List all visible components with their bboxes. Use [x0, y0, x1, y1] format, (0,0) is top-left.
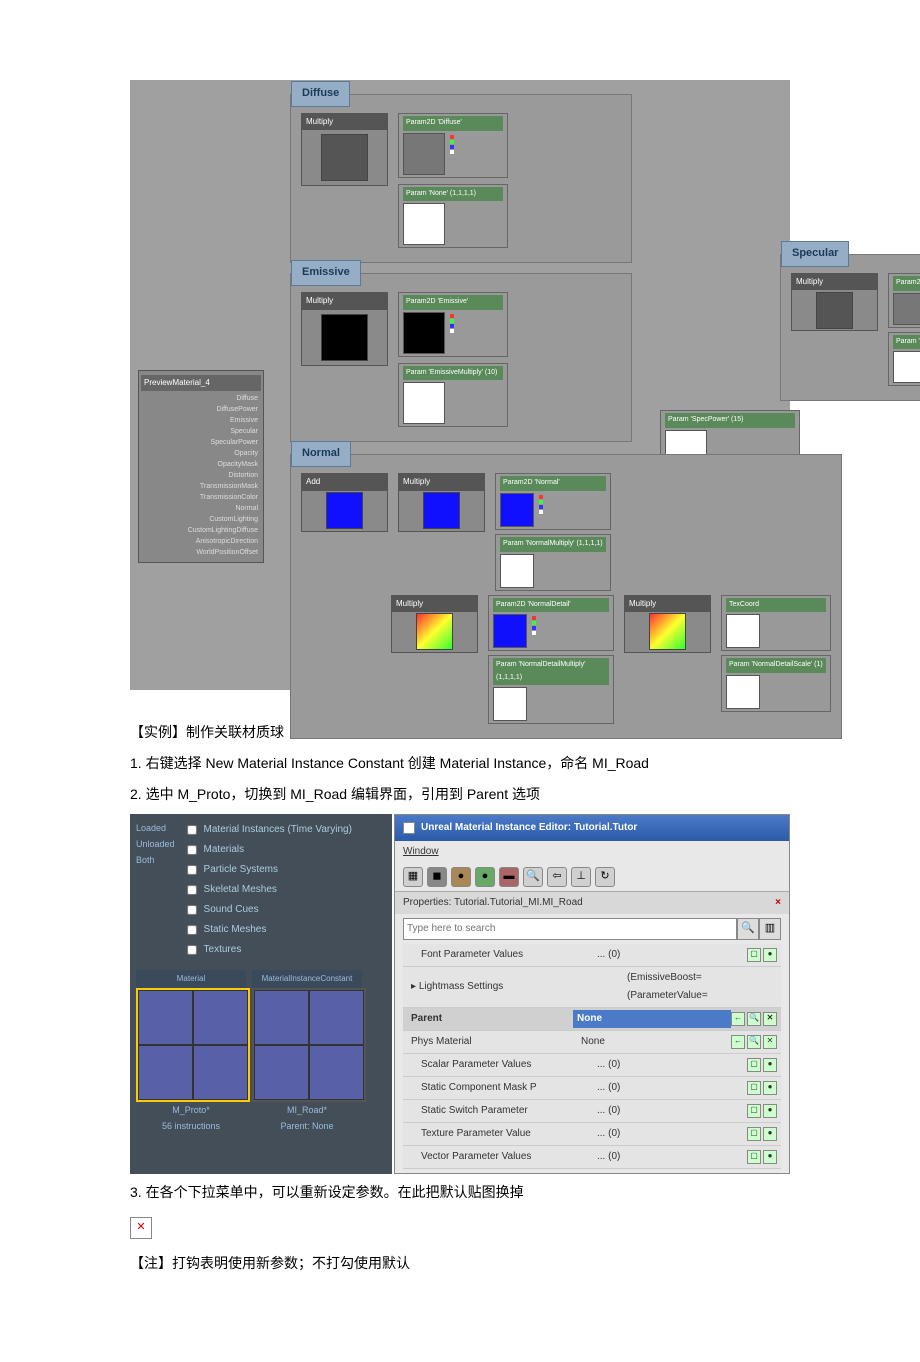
add-node: Add [301, 473, 388, 531]
param2d-normal: Param2D 'Normal' [495, 473, 611, 530]
properties-label: Properties: Tutorial.Tutorial_MI.MI_Road [403, 894, 583, 912]
multiply-node: Multiply [791, 273, 878, 331]
param-normalmul: Param 'NormalMultiply' (1,1,1,1) [495, 534, 611, 591]
filter-stm[interactable]: Static Meshes [183, 920, 352, 940]
multiply-node: Multiply [391, 595, 478, 653]
filter-sm[interactable]: Skeletal Meshes [183, 880, 352, 900]
material-graph-figure: PreviewMaterial_4 Diffuse DiffusePower E… [130, 80, 790, 690]
grid-icon[interactable]: ▦ [403, 867, 423, 887]
prop-vector[interactable]: Vector Parameter Values... (0)▢● [403, 1146, 781, 1169]
content-browser: Loaded Unloaded Both Material Instances … [130, 814, 392, 1174]
sync-icon[interactable]: ⊥ [571, 867, 591, 887]
texcoord-node: TexCoord [721, 595, 831, 652]
param2d-spec: Param2D 'Spec' [888, 273, 920, 328]
param2d-normaldetail: Param2D 'NormalDetail' [488, 595, 614, 652]
param-specmul: Param 'SpecularMultiValue' (1) [888, 332, 920, 387]
filter-mit[interactable]: Material Instances (Time Varying) [183, 820, 352, 840]
filter-mat[interactable]: Materials [183, 840, 352, 860]
param-none: Param 'None' (1,1,1,1) [398, 184, 508, 249]
editor-figure: Loaded Unloaded Both Material Instances … [130, 814, 790, 1174]
editor-toolbar: ▦ ◼ ● ● ▬ 🔍 ⇦ ⊥ ↻ [395, 863, 789, 892]
close-icon[interactable]: × [775, 894, 781, 912]
param2d-emissive: Param2D 'Emissive' [398, 292, 508, 357]
prop-lightmass[interactable]: ▸ Lightmass Settings(EmissiveBoost=(Para… [403, 967, 781, 1008]
multiply-node: Multiply [624, 595, 711, 653]
step-1: 1. 右键选择 New Material Instance Constant 创… [130, 751, 790, 776]
cube-icon[interactable]: ◼ [427, 867, 447, 887]
prop-parent[interactable]: ParentNone←🔍✕ [403, 1008, 781, 1031]
step-3: 3. 在各个下拉菜单中，可以重新设定参数。在此把默认贴图换掉 [130, 1180, 790, 1205]
plane-icon[interactable]: ▬ [499, 867, 519, 887]
property-list: Font Parameter Values... (0)▢● ▸ Lightma… [403, 944, 781, 1169]
thumb-miroad[interactable]: MaterialInstanceConstant MI_Road* Parent… [252, 970, 362, 1135]
param-emissivemul: Param 'EmissiveMultiply' (10) [398, 363, 508, 428]
menu-window[interactable]: Window [395, 841, 789, 863]
material-instance-editor: Unreal Material Instance Editor: Tutoria… [394, 814, 790, 1174]
back-icon[interactable]: ⇦ [547, 867, 567, 887]
broken-image-icon: ✕ [130, 1217, 152, 1239]
search-icon[interactable]: 🔍 [523, 867, 543, 887]
prop-texture[interactable]: Texture Parameter Value... (0)▢● [403, 1123, 781, 1146]
param2d-diffuse: Param2D 'Diffuse' [398, 113, 508, 178]
prop-font[interactable]: Font Parameter Values... (0)▢● [403, 944, 781, 967]
material-output-node: PreviewMaterial_4 Diffuse DiffusePower E… [138, 370, 264, 563]
filter-ps[interactable]: Particle Systems [183, 860, 352, 880]
filter-sc[interactable]: Sound Cues [183, 900, 352, 920]
prop-staticmask[interactable]: Static Component Mask P... (0)▢● [403, 1077, 781, 1100]
param-detailscale: Param 'NormalDetailScale' (1) [721, 655, 831, 712]
refresh-icon[interactable]: ↻ [595, 867, 615, 887]
prop-scalar[interactable]: Scalar Parameter Values... (0)▢● [403, 1054, 781, 1077]
normal-group: Normal Add Multiply Param2D 'Normal' Par… [290, 454, 842, 739]
search-button[interactable]: 🔍 [737, 918, 759, 940]
prop-physmat[interactable]: Phys MaterialNone←🔍✕ [403, 1031, 781, 1054]
multiply-node: Multiply [398, 473, 485, 531]
emissive-group: Emissive Multiply Param2D 'Emissive' Par… [290, 273, 632, 442]
search-input[interactable] [403, 918, 737, 940]
step-2: 2. 选中 M_Proto，切换到 MI_Road 编辑界面，引用到 Paren… [130, 782, 790, 807]
sphere-icon[interactable]: ● [475, 867, 495, 887]
search-opts-button[interactable]: ▥ [759, 918, 781, 940]
note-text: 【注】打钩表明使用新参数；不打勾使用默认 [130, 1251, 790, 1276]
diffuse-group: Diffuse Multiply Param2D 'Diffuse' Param… [290, 94, 632, 263]
editor-titlebar: Unreal Material Instance Editor: Tutoria… [395, 815, 789, 841]
specular-group: Specular Multiply Param2D 'Spec' Param '… [780, 254, 920, 401]
prop-staticswitch[interactable]: Static Switch Parameter... (0)▢● [403, 1100, 781, 1123]
param-detailmul: Param 'NormalDetailMultiply' (1,1,1,1) [488, 655, 614, 724]
cylinder-icon[interactable]: ● [451, 867, 471, 887]
multiply-node: Multiply [301, 113, 388, 186]
filter-tex[interactable]: Textures [183, 940, 352, 960]
thumb-mproto[interactable]: Material M_Proto* 56 instructions [136, 970, 246, 1135]
multiply-node: Multiply [301, 292, 388, 365]
app-icon [403, 822, 415, 834]
